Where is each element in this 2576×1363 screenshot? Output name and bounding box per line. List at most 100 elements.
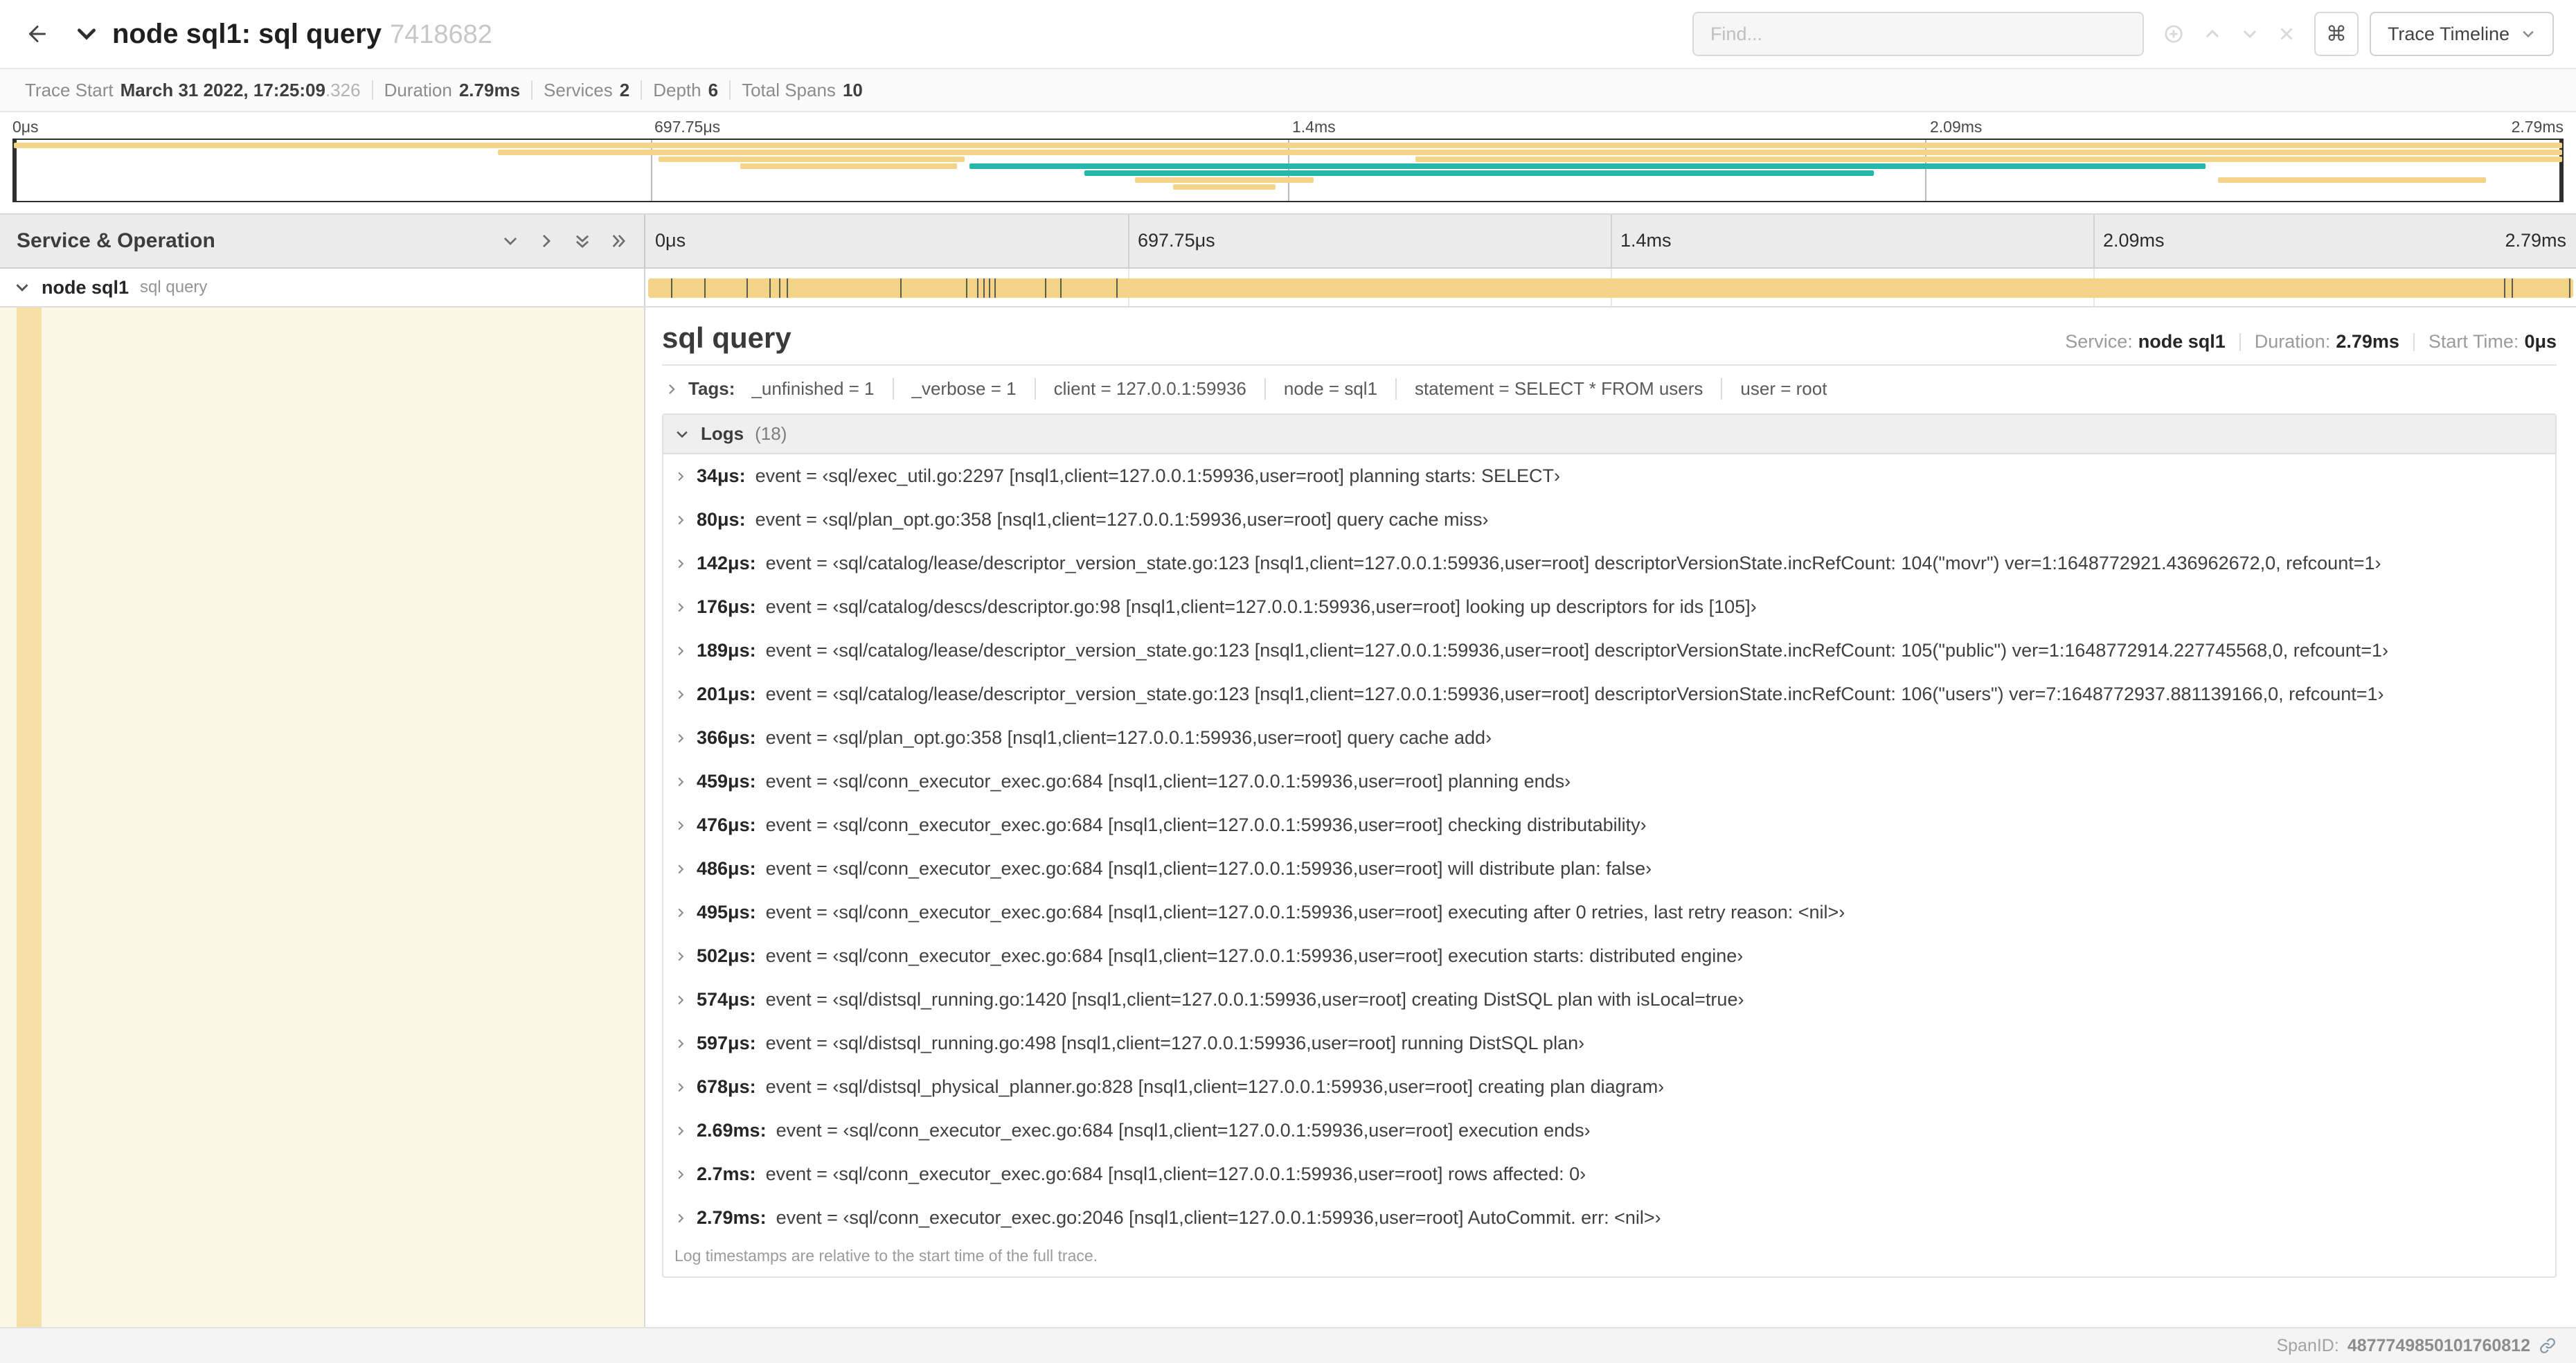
trace-view-label: Trace Timeline: [2387, 23, 2510, 44]
service-label: Service:: [2065, 331, 2133, 352]
log-row[interactable]: 142μs: event = ‹sql/catalog/lease/descri…: [663, 542, 2555, 585]
keyboard-shortcuts-button[interactable]: ⌘: [2314, 12, 2359, 56]
tag-item[interactable]: statement = SELECT * FROM users: [1395, 378, 1703, 400]
back-button[interactable]: [19, 16, 55, 52]
span-id-label: SpanID:: [2276, 1335, 2339, 1355]
log-text: event = ‹sql/catalog/lease/descriptor_ve…: [765, 553, 2381, 573]
prev-result-icon[interactable]: [2203, 25, 2221, 43]
log-row[interactable]: 2.7ms: event = ‹sql/conn_executor_exec.g…: [663, 1152, 2555, 1196]
log-expand-icon: [674, 1081, 687, 1094]
trace-view-dropdown[interactable]: Trace Timeline: [2369, 12, 2554, 56]
span-collapse-icon[interactable]: [14, 279, 30, 296]
expand-one-icon[interactable]: [537, 232, 555, 250]
log-event-tick: [977, 278, 979, 298]
log-row[interactable]: 459μs: event = ‹sql/conn_executor_exec.g…: [663, 760, 2555, 803]
logs-section: Logs (18) 34μs: event = ‹sql/exec_util.g…: [662, 413, 2557, 1278]
log-text: event = ‹sql/conn_executor_exec.go:684 […: [765, 945, 1744, 966]
log-text: event = ‹sql/plan_opt.go:358 [nsql1,clie…: [765, 727, 1492, 748]
log-event-tick: [746, 278, 748, 298]
log-row[interactable]: 2.69ms: event = ‹sql/conn_executor_exec.…: [663, 1109, 2555, 1152]
log-expand-icon: [674, 907, 687, 919]
span-row-name-cell[interactable]: node sql1 sql query: [0, 269, 645, 306]
log-time: 502μs:: [697, 945, 756, 966]
log-row[interactable]: 502μs: event = ‹sql/conn_executor_exec.g…: [663, 934, 2555, 978]
find-box: [1692, 12, 2144, 56]
log-row[interactable]: 189μs: event = ‹sql/catalog/lease/descri…: [663, 629, 2555, 672]
tags-label: Tags:: [688, 378, 735, 399]
header-controls: ⌘ Trace Timeline: [1692, 12, 2554, 56]
log-row[interactable]: 2.79ms: event = ‹sql/conn_executor_exec.…: [663, 1196, 2555, 1240]
expand-all-icon[interactable]: [609, 232, 627, 250]
trace-collapse-icon[interactable]: [75, 22, 98, 46]
tag-item[interactable]: _unfinished = 1: [751, 378, 874, 400]
log-text: event = ‹sql/distsql_running.go:498 [nsq…: [765, 1033, 1585, 1053]
timeline-header: Service & Operation 0μs 697.75μs 1.4ms 2…: [0, 213, 2576, 269]
timeline-tick: 0μs: [655, 230, 686, 251]
deep-link-icon[interactable]: [2539, 1337, 2557, 1355]
log-row[interactable]: 201μs: event = ‹sql/catalog/lease/descri…: [663, 672, 2555, 716]
log-event-tick: [2569, 278, 2571, 298]
divider: [2413, 332, 2415, 351]
log-expand-icon: [674, 1125, 687, 1137]
log-event-tick: [2503, 278, 2505, 298]
footer-bar: SpanID: 4877749850101760812: [0, 1327, 2576, 1363]
span-operation-name: sql query: [140, 278, 208, 296]
span-detail-panel: sql query Service: node sql1 Duration: 2.7…: [645, 308, 2576, 1327]
clear-search-icon[interactable]: [2278, 26, 2295, 42]
logs-header[interactable]: Logs (18): [663, 415, 2555, 454]
collapse-one-icon[interactable]: [501, 232, 519, 250]
collapse-all-icon[interactable]: [573, 232, 591, 250]
log-time: 574μs:: [697, 989, 756, 1010]
timeline-tick: 1.4ms: [1620, 230, 1672, 251]
trace-minimap[interactable]: 0μs 697.75μs 1.4ms 2.09ms 2.79ms: [0, 112, 2576, 213]
log-event-tick: [1116, 278, 1118, 298]
log-text: event = ‹sql/conn_executor_exec.go:684 […: [765, 771, 1571, 792]
tag-item[interactable]: node = sql1: [1264, 378, 1377, 400]
log-row[interactable]: 486μs: event = ‹sql/conn_executor_exec.g…: [663, 847, 2555, 891]
log-event-tick: [704, 278, 706, 298]
log-text: event = ‹sql/distsql_physical_planner.go…: [765, 1076, 1665, 1097]
log-expand-icon: [674, 819, 687, 832]
log-time: 476μs:: [697, 814, 756, 835]
log-row[interactable]: 597μs: event = ‹sql/distsql_running.go:4…: [663, 1022, 2555, 1065]
log-row[interactable]: 678μs: event = ‹sql/distsql_physical_pla…: [663, 1065, 2555, 1109]
log-time: 459μs:: [697, 771, 756, 792]
tag-item[interactable]: _verbose = 1: [892, 378, 1017, 400]
log-row[interactable]: 176μs: event = ‹sql/catalog/descs/descri…: [663, 585, 2555, 629]
log-time: 176μs:: [697, 596, 756, 617]
span-row-timeline[interactable]: [645, 269, 2576, 306]
find-input[interactable]: [1707, 21, 2129, 46]
tag-item[interactable]: user = root: [1721, 378, 1827, 400]
tag-item[interactable]: client = 127.0.0.1:59936: [1034, 378, 1246, 400]
minimap-ticks: 0μs 697.75μs 1.4ms 2.09ms 2.79ms: [12, 115, 2564, 139]
log-time: 678μs:: [697, 1076, 756, 1097]
log-text: event = ‹sql/catalog/lease/descriptor_ve…: [765, 640, 2389, 661]
minimap-span-bar: [659, 157, 965, 162]
span-row[interactable]: node sql1 sql query: [0, 269, 2576, 308]
minimap-span-bar: [14, 143, 2562, 148]
span-bar[interactable]: [648, 278, 2573, 298]
logs-title: Logs: [701, 423, 744, 444]
next-result-icon[interactable]: [2241, 25, 2259, 43]
tags-row[interactable]: Tags: _unfinished = 1 _verbose = 1 clien…: [662, 366, 2557, 411]
minimap-tick: 2.79ms: [2511, 118, 2564, 136]
log-text: event = ‹sql/catalog/descs/descriptor.go…: [765, 596, 1757, 617]
tags-expand-icon: [665, 382, 679, 396]
span-detail-title: sql query: [662, 321, 791, 354]
timeline-tick: 2.09ms: [2103, 230, 2165, 251]
log-event-tick: [965, 278, 967, 298]
log-row[interactable]: 495μs: event = ‹sql/conn_executor_exec.g…: [663, 891, 2555, 934]
log-text: event = ‹sql/conn_executor_exec.go:684 […: [765, 902, 1845, 923]
log-row[interactable]: 476μs: event = ‹sql/conn_executor_exec.g…: [663, 803, 2555, 847]
find-nav-icons: [2155, 24, 2303, 44]
log-row[interactable]: 80μs: event = ‹sql/plan_opt.go:358 [nsql…: [663, 498, 2555, 542]
minimap-tick: 2.09ms: [1930, 118, 1983, 136]
log-expand-icon: [674, 950, 687, 963]
timeline-gridline: [1128, 215, 1129, 267]
log-row[interactable]: 574μs: event = ‹sql/distsql_running.go:1…: [663, 978, 2555, 1022]
trace-summary-bar: Trace Start March 31 2022, 17:25:09.326 D…: [0, 68, 2576, 112]
log-row[interactable]: 366μs: event = ‹sql/plan_opt.go:358 [nsq…: [663, 716, 2555, 760]
log-row[interactable]: 34μs: event = ‹sql/exec_util.go:2297 [ns…: [663, 454, 2555, 498]
minimap-canvas[interactable]: [12, 139, 2564, 202]
logs-note: Log timestamps are relative to the start…: [674, 1247, 1098, 1265]
